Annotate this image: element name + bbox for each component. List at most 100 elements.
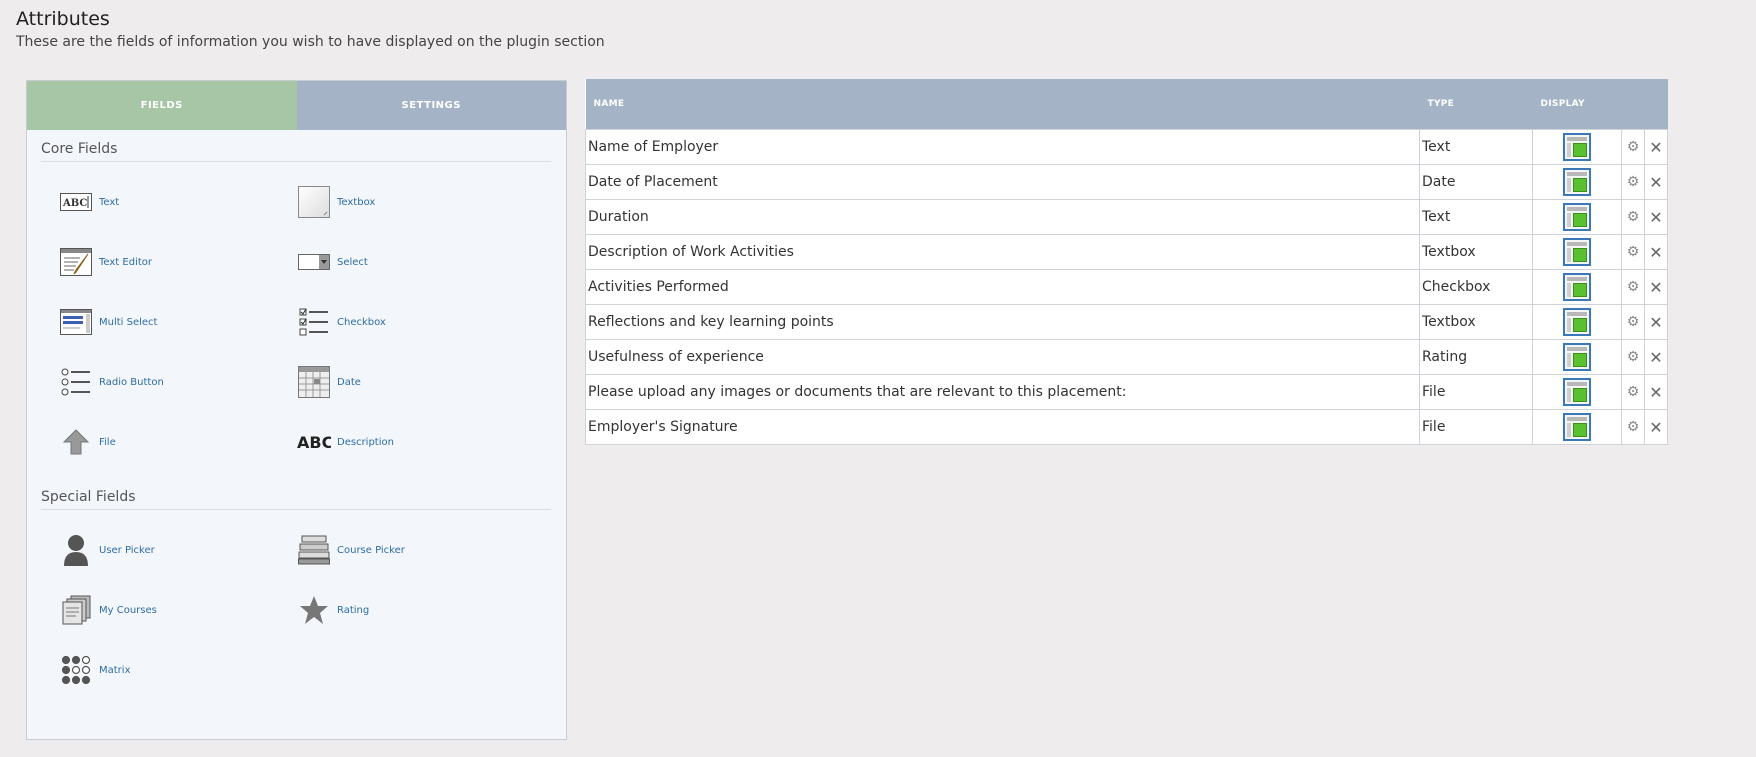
settings-cell: ⚙ [1621, 199, 1645, 235]
checkbox-list-icon [297, 305, 331, 339]
field-label: Checkbox [337, 316, 386, 328]
gear-icon[interactable]: ⚙ [1627, 384, 1640, 400]
settings-cell: ⚙ [1621, 339, 1645, 375]
close-icon[interactable]: ✕ [1649, 208, 1662, 227]
field-matrix[interactable]: Matrix [59, 653, 130, 687]
field-date[interactable]: Date [297, 365, 361, 399]
display-toggle-button[interactable] [1563, 413, 1591, 441]
field-label: Course Picker [337, 544, 405, 556]
field-rating[interactable]: Rating [297, 593, 369, 627]
field-label: Rating [337, 604, 370, 616]
row-type: Rating [1419, 339, 1533, 375]
display-cell [1532, 409, 1622, 445]
gear-icon[interactable]: ⚙ [1627, 209, 1640, 225]
gear-icon[interactable]: ⚙ [1627, 314, 1640, 330]
row-type: Textbox [1419, 304, 1533, 340]
table-row: Please upload any images or documents th… [585, 374, 1668, 410]
layout-sidebar [1567, 213, 1571, 227]
table-row: Usefulness of experience Rating ⚙ ✕ [585, 339, 1668, 375]
row-name: Usefulness of experience [585, 339, 1420, 375]
special-fields-title: Special Fields [41, 489, 551, 510]
delete-cell: ✕ [1644, 129, 1668, 165]
settings-cell: ⚙ [1621, 129, 1645, 165]
table-row: Activities Performed Checkbox ⚙ ✕ [585, 269, 1668, 305]
close-icon[interactable]: ✕ [1649, 278, 1662, 297]
display-toggle-button[interactable] [1563, 168, 1591, 196]
tab-settings[interactable]: SETTINGS [296, 81, 566, 130]
field-label: Multi Select [99, 316, 158, 328]
display-toggle-button[interactable] [1563, 238, 1591, 266]
table-row: Duration Text ⚙ ✕ [585, 199, 1668, 235]
svg-text:ABC: ABC [62, 198, 87, 209]
field-label: Radio Button [99, 376, 164, 388]
field-text[interactable]: ABC Text [59, 185, 119, 219]
gear-icon[interactable]: ⚙ [1627, 279, 1640, 295]
display-toggle-button[interactable] [1563, 133, 1591, 161]
row-type: Date [1419, 164, 1533, 200]
row-name: Employer's Signature [585, 409, 1420, 445]
close-icon[interactable]: ✕ [1649, 138, 1662, 157]
text-abc-icon: ABC [59, 185, 93, 219]
field-user-picker[interactable]: User Picker [59, 533, 155, 567]
field-multi-select[interactable]: Multi Select [59, 305, 157, 339]
field-checkbox[interactable]: Checkbox [297, 305, 386, 339]
field-select[interactable]: Select [297, 245, 368, 279]
row-name: Duration [585, 199, 1420, 235]
close-icon[interactable]: ✕ [1649, 243, 1662, 262]
row-name: Name of Employer [585, 129, 1420, 165]
field-textbox[interactable]: Textbox [297, 185, 375, 219]
display-toggle-button[interactable] [1563, 378, 1591, 406]
field-text-editor[interactable]: Text Editor [59, 245, 152, 279]
gear-icon[interactable]: ⚙ [1627, 349, 1640, 365]
close-icon[interactable]: ✕ [1649, 383, 1662, 402]
layout-sidebar [1567, 388, 1571, 402]
table-row: Reflections and key learning points Textb… [585, 304, 1668, 340]
display-cell [1532, 339, 1622, 375]
gear-icon[interactable]: ⚙ [1627, 174, 1640, 190]
delete-cell: ✕ [1644, 234, 1668, 270]
core-fields-title: Core Fields [41, 141, 551, 162]
table-header-row: NAME TYPE DISPLAY [585, 79, 1668, 130]
display-toggle-button[interactable] [1563, 203, 1591, 231]
display-toggle-button[interactable] [1563, 308, 1591, 336]
field-radio-button[interactable]: Radio Button [59, 365, 164, 399]
row-type: Text [1419, 129, 1533, 165]
field-course-picker[interactable]: Course Picker [297, 533, 405, 567]
field-label: Date [337, 376, 361, 388]
layout-header-bar [1567, 207, 1587, 211]
gear-icon[interactable]: ⚙ [1627, 244, 1640, 260]
row-name: Description of Work Activities [585, 234, 1420, 270]
layout-header-bar [1567, 417, 1587, 421]
page-title: Attributes [16, 8, 110, 30]
gear-icon[interactable]: ⚙ [1627, 139, 1640, 155]
palette-tabs: FIELDS SETTINGS [27, 81, 566, 130]
page-subtitle: These are the fields of information you … [16, 34, 605, 50]
close-icon[interactable]: ✕ [1649, 348, 1662, 367]
display-toggle-button[interactable] [1563, 343, 1591, 371]
close-icon[interactable]: ✕ [1649, 173, 1662, 192]
display-toggle-button[interactable] [1563, 273, 1591, 301]
layout-header-bar [1567, 137, 1587, 141]
close-icon[interactable]: ✕ [1649, 418, 1662, 437]
display-cell [1532, 234, 1622, 270]
delete-cell: ✕ [1644, 269, 1668, 305]
row-type: File [1419, 374, 1533, 410]
documents-stack-icon [59, 593, 93, 627]
row-name: Date of Placement [585, 164, 1420, 200]
layout-content-fill [1573, 318, 1587, 332]
field-my-courses[interactable]: My Courses [59, 593, 157, 627]
field-file[interactable]: File [59, 425, 116, 459]
layout-sidebar [1567, 283, 1571, 297]
row-type: Textbox [1419, 234, 1533, 270]
tab-fields[interactable]: FIELDS [27, 81, 297, 130]
star-icon [297, 593, 331, 627]
field-label: Matrix [99, 664, 131, 676]
gear-icon[interactable]: ⚙ [1627, 419, 1640, 435]
field-description[interactable]: ABC Description [297, 425, 394, 459]
field-label: Text Editor [99, 256, 152, 268]
column-header-type: TYPE [1419, 79, 1533, 130]
field-label: Select [337, 256, 368, 268]
column-header-settings [1621, 79, 1645, 130]
layout-content-fill [1573, 353, 1587, 367]
close-icon[interactable]: ✕ [1649, 313, 1662, 332]
